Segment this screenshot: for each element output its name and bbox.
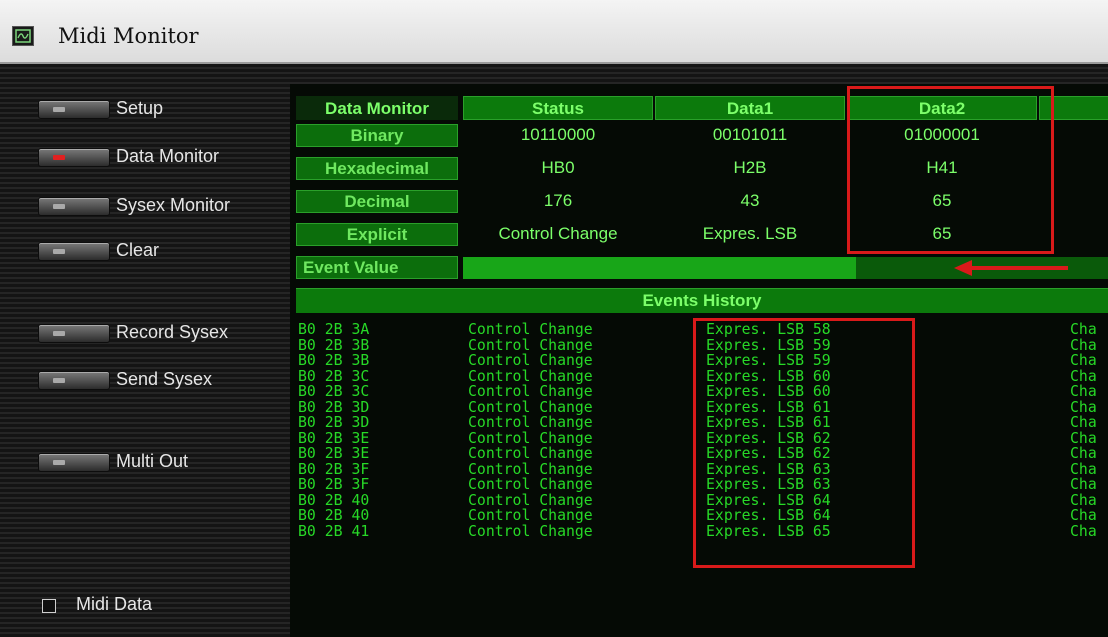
history-type: Control Change <box>468 460 593 478</box>
sidebar: Setup Data Monitor Sysex Monitor Clear R… <box>0 64 280 637</box>
panel-title: Data Monitor <box>296 96 458 120</box>
history-channel: Cha <box>1070 321 1097 338</box>
history-channel: Cha <box>1070 476 1097 493</box>
history-type: Control Change <box>468 507 593 524</box>
app-icon <box>12 26 34 46</box>
multi-out-button[interactable]: Multi Out <box>38 449 288 475</box>
history-type: Control Change <box>468 398 593 416</box>
history-channel: Cha <box>1070 445 1097 462</box>
history-channel: Cha <box>1070 491 1097 509</box>
column-header-status: Status <box>463 96 653 120</box>
history-type: Control Change <box>468 383 593 400</box>
history-type: Control Change <box>468 491 593 509</box>
history-bytes: B0 2B 3E <box>298 445 370 462</box>
history-channel: Cha <box>1070 398 1097 416</box>
history-channel: Cha <box>1070 383 1097 400</box>
history-channel: Cha <box>1070 336 1097 354</box>
annotation-arrow-icon <box>954 260 1068 276</box>
data-monitor-label: Data Monitor <box>116 146 220 166</box>
hex-status: HB0 <box>541 158 575 177</box>
led-indicator <box>53 155 65 160</box>
history-bytes: B0 2B 3B <box>298 336 370 354</box>
row-label-decimal: Decimal <box>296 190 458 213</box>
annotation-box-history <box>693 318 915 568</box>
setup-button[interactable]: Setup <box>38 96 288 122</box>
record-sysex-label: Record Sysex <box>116 322 229 342</box>
data-monitor-button[interactable]: Data Monitor <box>38 144 288 170</box>
history-bytes: B0 2B 3F <box>298 476 370 493</box>
history-bytes: B0 2B 3E <box>298 429 370 447</box>
annotation-box-data2 <box>847 86 1054 254</box>
history-bytes: B0 2B 40 <box>298 507 370 524</box>
record-sysex-button[interactable]: Record Sysex <box>38 320 288 346</box>
binary-status: 10110000 <box>520 125 596 144</box>
sysex-monitor-label: Sysex Monitor <box>116 195 231 215</box>
send-sysex-led-button[interactable] <box>38 371 110 390</box>
history-channel: Cha <box>1070 429 1097 447</box>
hex-data1: H2B <box>733 158 767 177</box>
history-type: Control Change <box>468 476 593 493</box>
history-channel: Cha <box>1070 367 1097 385</box>
setup-led-button[interactable] <box>38 100 110 119</box>
title-bar: Midi Monitor <box>0 0 1108 64</box>
clear-label: Clear <box>116 240 160 260</box>
row-label-explicit: Explicit <box>296 223 458 246</box>
history-channel: Cha <box>1070 522 1097 540</box>
history-bytes: B0 2B 3D <box>298 414 370 431</box>
history-type: Control Change <box>468 321 593 338</box>
led-indicator <box>53 249 65 254</box>
history-channel: Cha <box>1070 352 1097 369</box>
clear-led-button[interactable] <box>38 242 110 261</box>
history-type: Control Change <box>468 336 593 354</box>
led-indicator <box>53 204 65 209</box>
data-monitor-led-button[interactable] <box>38 148 110 167</box>
history-bytes: B0 2B 40 <box>298 491 370 509</box>
clear-button[interactable]: Clear <box>38 238 288 264</box>
row-label-binary: Binary <box>296 124 458 147</box>
explicit-data1: Expres. LSB <box>702 224 798 243</box>
sysex-monitor-led-button[interactable] <box>38 197 110 216</box>
send-sysex-button[interactable]: Send Sysex <box>38 367 288 393</box>
led-indicator <box>53 378 65 383</box>
led-indicator <box>53 460 65 465</box>
history-type: Control Change <box>468 429 593 447</box>
data-monitor-panel: Data Monitor Status Data1 Data2 C Binary… <box>290 84 1108 637</box>
decimal-status: 176 <box>543 191 573 210</box>
midi-data-checkbox[interactable] <box>42 599 56 613</box>
history-bytes: B0 2B 41 <box>298 522 370 540</box>
row-label-event-value: Event Value <box>296 256 458 279</box>
multi-out-led-button[interactable] <box>38 453 110 472</box>
explicit-status: Control Change <box>498 224 618 243</box>
column-header-data1: Data1 <box>655 96 845 120</box>
window-title: Midi Monitor <box>58 24 199 48</box>
send-sysex-label: Send Sysex <box>116 369 213 389</box>
history-type: Control Change <box>468 522 593 540</box>
events-history-header: Events History <box>296 288 1108 313</box>
setup-label: Setup <box>116 98 164 118</box>
history-bytes: B0 2B 3B <box>298 352 370 369</box>
history-channel: Cha <box>1070 414 1097 431</box>
history-bytes: B0 2B 3C <box>298 367 370 385</box>
history-bytes: B0 2B 3F <box>298 460 370 478</box>
history-channel: Cha <box>1070 460 1097 478</box>
history-type: Control Change <box>468 367 593 385</box>
row-label-hexadecimal: Hexadecimal <box>296 157 458 180</box>
midi-data-label: Midi Data <box>76 594 153 614</box>
decimal-data1: 43 <box>740 191 760 210</box>
binary-data1: 00101011 <box>712 125 788 144</box>
sysex-monitor-button[interactable]: Sysex Monitor <box>38 193 288 219</box>
event-value-fill <box>463 257 857 279</box>
history-type: Control Change <box>468 352 593 369</box>
main-area: Setup Data Monitor Sysex Monitor Clear R… <box>0 64 1108 637</box>
record-sysex-led-button[interactable] <box>38 324 110 343</box>
history-type: Control Change <box>468 414 593 431</box>
led-indicator <box>53 107 65 112</box>
multi-out-label: Multi Out <box>116 451 189 471</box>
led-indicator <box>53 331 65 336</box>
history-bytes: B0 2B 3D <box>298 398 370 416</box>
history-type: Control Change <box>468 445 593 462</box>
history-bytes: B0 2B 3A <box>298 321 370 338</box>
history-bytes: B0 2B 3C <box>298 383 370 400</box>
history-channel: Cha <box>1070 507 1097 524</box>
